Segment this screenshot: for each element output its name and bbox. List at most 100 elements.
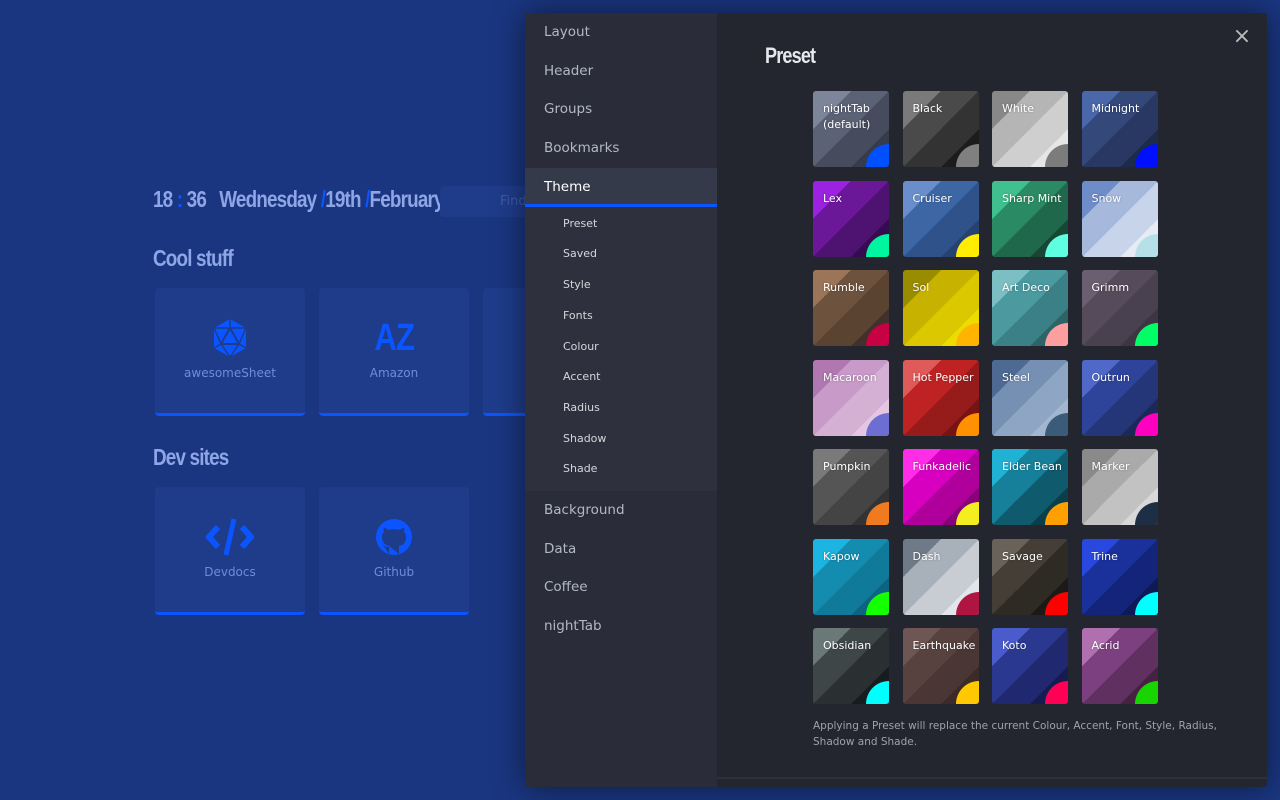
preset-accent-swatch [866, 502, 889, 525]
nav-groups[interactable]: Groups [525, 90, 717, 129]
bookmark-github[interactable]: Github [319, 487, 469, 615]
preset-outrun[interactable]: Outrun [1081, 359, 1158, 436]
preset-note: Applying a Preset will replace the curre… [813, 720, 1217, 748]
subnav-shadow[interactable]: Shadow [525, 424, 717, 455]
nav-layout[interactable]: Layout [525, 13, 717, 52]
preset-pumpkin[interactable]: Pumpkin [813, 449, 889, 525]
preset-label: Black [912, 102, 943, 115]
subnav-fonts[interactable]: Fonts [525, 301, 717, 332]
github-icon [319, 517, 469, 557]
preset-steel[interactable]: Steel [992, 359, 1068, 436]
nav-data[interactable]: Data [525, 530, 717, 569]
preset-label: Outrun [1091, 370, 1130, 384]
preset-accent-swatch [1134, 412, 1158, 436]
nav-bookmarks[interactable]: Bookmarks [525, 129, 717, 168]
preset-sol[interactable]: Sol [902, 270, 979, 346]
preset-accent-swatch [1134, 144, 1158, 167]
preset-label: Art Deco [1002, 281, 1050, 294]
preset-trine[interactable]: Trine [1081, 538, 1158, 615]
preset-kapow[interactable]: Kapow [813, 538, 889, 615]
preset-label: nightTab (default) [823, 102, 871, 131]
preset-accent-swatch [955, 323, 979, 346]
clock-date: 18 : 36 Wednesday /19th /February [153, 186, 445, 213]
subnav-saved[interactable]: Saved [525, 239, 717, 270]
preset-accent-swatch [1045, 681, 1068, 704]
code-icon [155, 517, 305, 557]
preset-label: Steel [1002, 370, 1030, 384]
preset-accent-swatch [1134, 681, 1158, 704]
subnav-radius[interactable]: Radius [525, 393, 717, 424]
preset-acrid[interactable]: Acrid [1081, 628, 1158, 704]
letters-icon: AZ [374, 316, 415, 359]
nav-theme[interactable]: Theme [525, 167, 717, 207]
bookmark-amazon[interactable]: AZ Amazon [319, 288, 469, 416]
preset-snow[interactable]: Snow [1081, 180, 1158, 257]
preset-cruiser[interactable]: Cruiser [902, 180, 979, 257]
bookmark-devdocs[interactable]: Devdocs [155, 487, 305, 615]
preset-label: White [1002, 102, 1034, 115]
preset-earthquake[interactable]: Earthquake [902, 628, 979, 704]
subnav-shade[interactable]: Shade [525, 454, 717, 485]
preset-art-deco[interactable]: Art Deco [992, 270, 1068, 346]
clock-hours: 18 [153, 186, 173, 212]
preset-funkadelic[interactable]: Funkadelic [902, 449, 979, 525]
preset-obsidian[interactable]: Obsidian [813, 628, 889, 704]
preset-label: Kapow [823, 549, 860, 563]
preset-accent-swatch [955, 591, 979, 615]
preset-lex[interactable]: Lex [813, 180, 889, 257]
preset-accent-swatch [866, 144, 889, 167]
preset-label: Cruiser [912, 191, 952, 205]
nav-background[interactable]: Background [525, 491, 717, 530]
preset-nighttab-default[interactable]: nightTab (default) [813, 91, 889, 167]
preset-midnight[interactable]: Midnight [1081, 91, 1158, 167]
group-title: Cool stuff [153, 245, 234, 271]
preset-sharp-mint[interactable]: Sharp Mint [992, 180, 1068, 257]
nav-nighttab[interactable]: nightTab [525, 607, 717, 646]
preset-marker[interactable]: Marker [1081, 449, 1158, 525]
preset-accent-swatch [866, 323, 889, 346]
preset-label: Funkadelic [912, 460, 972, 473]
preset-label: Earthquake [912, 639, 976, 652]
preset-accent-swatch [866, 681, 889, 704]
preset-black[interactable]: Black [902, 91, 979, 167]
preset-accent-swatch [1045, 591, 1068, 615]
preset-elder-bean[interactable]: Elder Bean [992, 449, 1068, 525]
settings-menu: Layout Header Groups Bookmarks Theme Pre… [525, 13, 1267, 787]
preset-label: Marker [1091, 460, 1130, 473]
preset-label: Macaroon [823, 370, 877, 384]
preset-label: Rumble [823, 281, 865, 294]
theme-subnav: Preset Saved Style Fonts Colour Accent R… [525, 206, 717, 491]
bookmark-awesomesheet[interactable]: awesomeSheet [155, 288, 305, 416]
subnav-colour[interactable]: Colour [525, 332, 717, 363]
preset-label: Elder Bean [1002, 460, 1062, 473]
preset-label: Obsidian [823, 639, 872, 652]
preset-macaroon[interactable]: Macaroon [813, 359, 889, 436]
preset-accent-swatch [1045, 412, 1068, 436]
preset-savage[interactable]: Savage [992, 538, 1068, 615]
preset-label: Hot Pepper [912, 370, 974, 384]
close-icon[interactable]: × [1231, 26, 1253, 49]
subnav-style[interactable]: Style [525, 270, 717, 301]
subnav-preset[interactable]: Preset [525, 209, 717, 240]
subnav-accent[interactable]: Accent [525, 362, 717, 393]
clock-minutes: 36 [186, 186, 207, 212]
date-day: Wednesday [219, 186, 317, 212]
preset-accent-swatch [866, 233, 889, 257]
preset-koto[interactable]: Koto [992, 628, 1068, 704]
preset-label: Lex [823, 191, 843, 205]
section-title: Preset [765, 43, 816, 68]
preset-label: Dash [912, 549, 941, 563]
preset-rumble[interactable]: Rumble [813, 270, 889, 346]
nav-header[interactable]: Header [525, 52, 717, 91]
preset-hot-pepper[interactable]: Hot Pepper [902, 359, 979, 436]
preset-grimm[interactable]: Grimm [1081, 270, 1158, 346]
clock-colon: : [176, 186, 183, 212]
preset-dash[interactable]: Dash [902, 538, 979, 615]
nav-coffee[interactable]: Coffee [525, 568, 717, 607]
preset-label: Trine [1091, 549, 1118, 563]
preset-white[interactable]: White [992, 91, 1068, 167]
preset-label: Acrid [1091, 639, 1120, 652]
preset-accent-swatch [866, 412, 889, 436]
preset-accent-swatch [1045, 323, 1068, 346]
preset-accent-swatch [866, 591, 889, 615]
